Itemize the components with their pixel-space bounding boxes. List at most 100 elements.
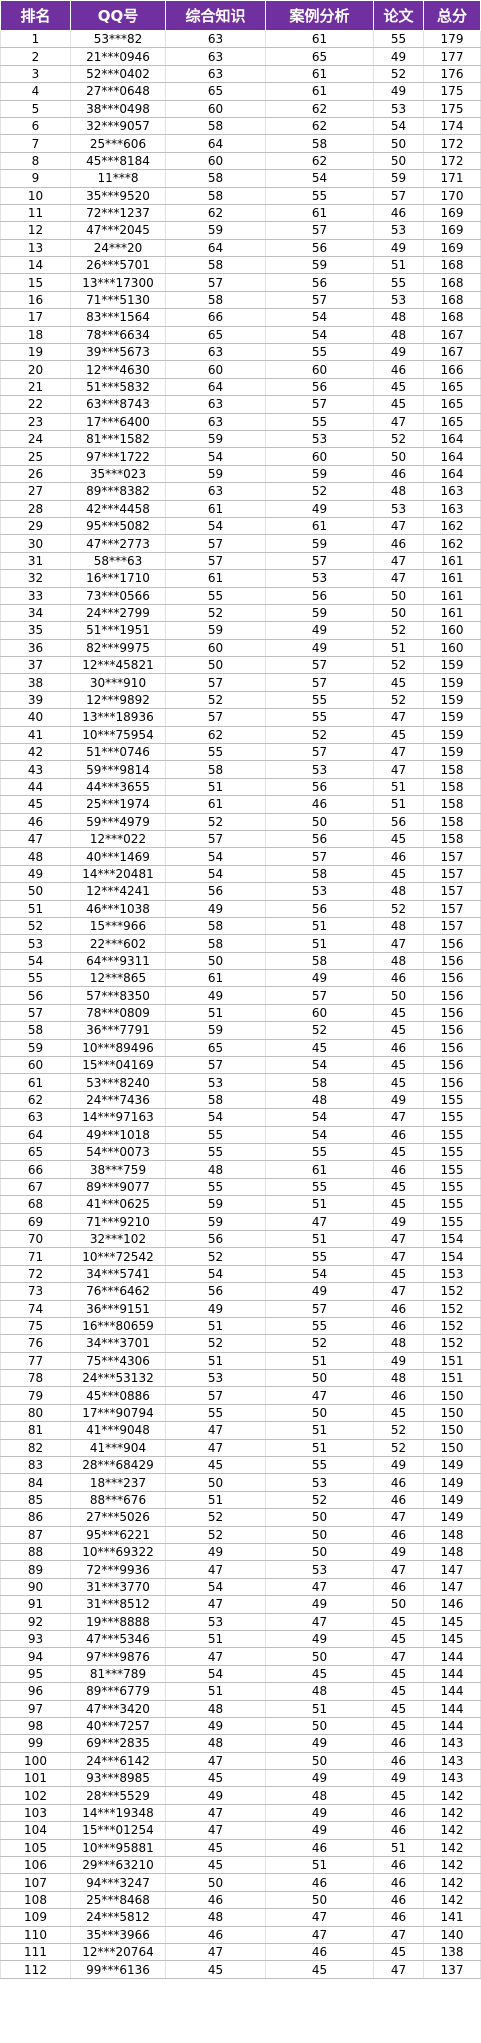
cell-qq: 52***0402 — [70, 65, 166, 84]
cell-general-knowledge: 47 — [165, 1752, 266, 1771]
cell-total: 169 — [423, 239, 481, 258]
cell-total: 165 — [423, 413, 481, 431]
cell-general-knowledge: 52 — [165, 1526, 266, 1544]
cell-essay: 53 — [373, 100, 424, 118]
cell-qq: 18***237 — [70, 1473, 166, 1492]
cell-general-knowledge: 65 — [165, 82, 266, 101]
cell-essay: 48 — [373, 308, 424, 327]
cell-general-knowledge: 57 — [165, 273, 266, 292]
cell-case-analysis: 59 — [265, 604, 374, 623]
cell-general-knowledge: 45 — [165, 1960, 266, 1979]
cell-general-knowledge: 59 — [165, 465, 266, 484]
cell-essay: 46 — [373, 1126, 424, 1145]
cell-essay: 46 — [373, 1386, 424, 1405]
cell-essay: 45 — [373, 1265, 424, 1284]
cell-general-knowledge: 45 — [165, 1769, 266, 1788]
cell-rank: 109 — [0, 1908, 71, 1927]
cell-essay: 47 — [373, 569, 424, 588]
cell-general-knowledge: 64 — [165, 134, 266, 153]
cell-rank: 84 — [0, 1473, 71, 1492]
table-row: 23 17***6400 63 55 47 165 — [0, 413, 481, 431]
table-row: 27 89***8382 63 52 48 163 — [0, 482, 481, 501]
cell-total: 160 — [423, 639, 481, 658]
cell-total: 152 — [423, 1317, 481, 1336]
cell-total: 167 — [423, 326, 481, 345]
cell-qq: 78***6634 — [70, 326, 166, 345]
table-row: 21 51***5832 64 56 45 165 — [0, 378, 481, 397]
cell-case-analysis: 52 — [265, 1334, 374, 1353]
cell-qq: 12***865 — [70, 969, 166, 988]
cell-essay: 45 — [373, 673, 424, 692]
cell-rank: 14 — [0, 256, 71, 275]
cell-qq: 76***6462 — [70, 1282, 166, 1301]
cell-rank: 105 — [0, 1839, 71, 1858]
cell-essay: 48 — [373, 1334, 424, 1353]
cell-general-knowledge: 51 — [165, 778, 266, 797]
cell-rank: 111 — [0, 1943, 71, 1962]
cell-total: 148 — [423, 1543, 481, 1562]
cell-total: 155 — [423, 1178, 481, 1197]
cell-rank: 100 — [0, 1752, 71, 1771]
cell-essay: 47 — [373, 1647, 424, 1666]
cell-total: 168 — [423, 256, 481, 275]
cell-essay: 46 — [373, 204, 424, 223]
cell-essay: 52 — [373, 1421, 424, 1440]
cell-total: 156 — [423, 969, 481, 988]
table-row: 84 18***237 50 53 46 149 — [0, 1473, 481, 1492]
table-row: 89 72***9936 47 53 47 147 — [0, 1560, 481, 1579]
cell-rank: 12 — [0, 221, 71, 240]
cell-qq: 51***1951 — [70, 621, 166, 640]
cell-rank: 57 — [0, 1004, 71, 1023]
cell-general-knowledge: 58 — [165, 1091, 266, 1110]
cell-total: 168 — [423, 308, 481, 327]
cell-rank: 98 — [0, 1717, 71, 1736]
cell-total: 145 — [423, 1630, 481, 1649]
cell-qq: 13***18936 — [70, 708, 166, 727]
table-row: 18 78***6634 65 54 48 167 — [0, 326, 481, 345]
table-row: 58 36***7791 59 52 45 156 — [0, 1021, 481, 1040]
cell-total: 168 — [423, 291, 481, 310]
table-row: 105 10***95881 45 46 51 142 — [0, 1839, 481, 1858]
cell-qq: 97***9876 — [70, 1647, 166, 1666]
cell-rank: 92 — [0, 1613, 71, 1631]
cell-rank: 86 — [0, 1508, 71, 1527]
cell-case-analysis: 61 — [265, 30, 374, 49]
cell-rank: 77 — [0, 1352, 71, 1371]
cell-case-analysis: 54 — [265, 1108, 374, 1127]
cell-essay: 51 — [373, 778, 424, 797]
cell-qq: 36***9151 — [70, 1300, 166, 1318]
cell-essay: 45 — [373, 1073, 424, 1092]
cell-rank: 16 — [0, 291, 71, 310]
cell-general-knowledge: 60 — [165, 100, 266, 118]
cell-essay: 46 — [373, 1856, 424, 1875]
cell-case-analysis: 57 — [265, 743, 374, 762]
cell-rank: 101 — [0, 1769, 71, 1788]
table-row: 69 71***9210 59 47 49 155 — [0, 1213, 481, 1231]
cell-total: 156 — [423, 1021, 481, 1040]
cell-general-knowledge: 59 — [165, 1213, 266, 1231]
cell-rank: 11 — [0, 204, 71, 223]
cell-rank: 47 — [0, 830, 71, 849]
cell-case-analysis: 53 — [265, 882, 374, 901]
cell-total: 149 — [423, 1491, 481, 1510]
cell-general-knowledge: 51 — [165, 1682, 266, 1701]
cell-essay: 46 — [373, 360, 424, 379]
cell-qq: 29***63210 — [70, 1856, 166, 1875]
cell-rank: 29 — [0, 517, 71, 536]
cell-essay: 46 — [373, 969, 424, 988]
cell-qq: 35***023 — [70, 465, 166, 484]
cell-essay: 51 — [373, 256, 424, 275]
cell-qq: 53***82 — [70, 30, 166, 49]
table-row: 28 42***4458 61 49 53 163 — [0, 500, 481, 518]
cell-rank: 33 — [0, 587, 71, 605]
cell-rank: 44 — [0, 778, 71, 797]
cell-essay: 45 — [373, 1700, 424, 1718]
cell-total: 143 — [423, 1734, 481, 1753]
cell-essay: 47 — [373, 1282, 424, 1301]
cell-qq: 12***4241 — [70, 882, 166, 901]
cell-rank: 99 — [0, 1734, 71, 1753]
table-row: 47 12***022 57 56 45 158 — [0, 830, 481, 849]
cell-general-knowledge: 55 — [165, 587, 266, 605]
cell-general-knowledge: 58 — [165, 917, 266, 936]
cell-essay: 45 — [373, 1786, 424, 1805]
